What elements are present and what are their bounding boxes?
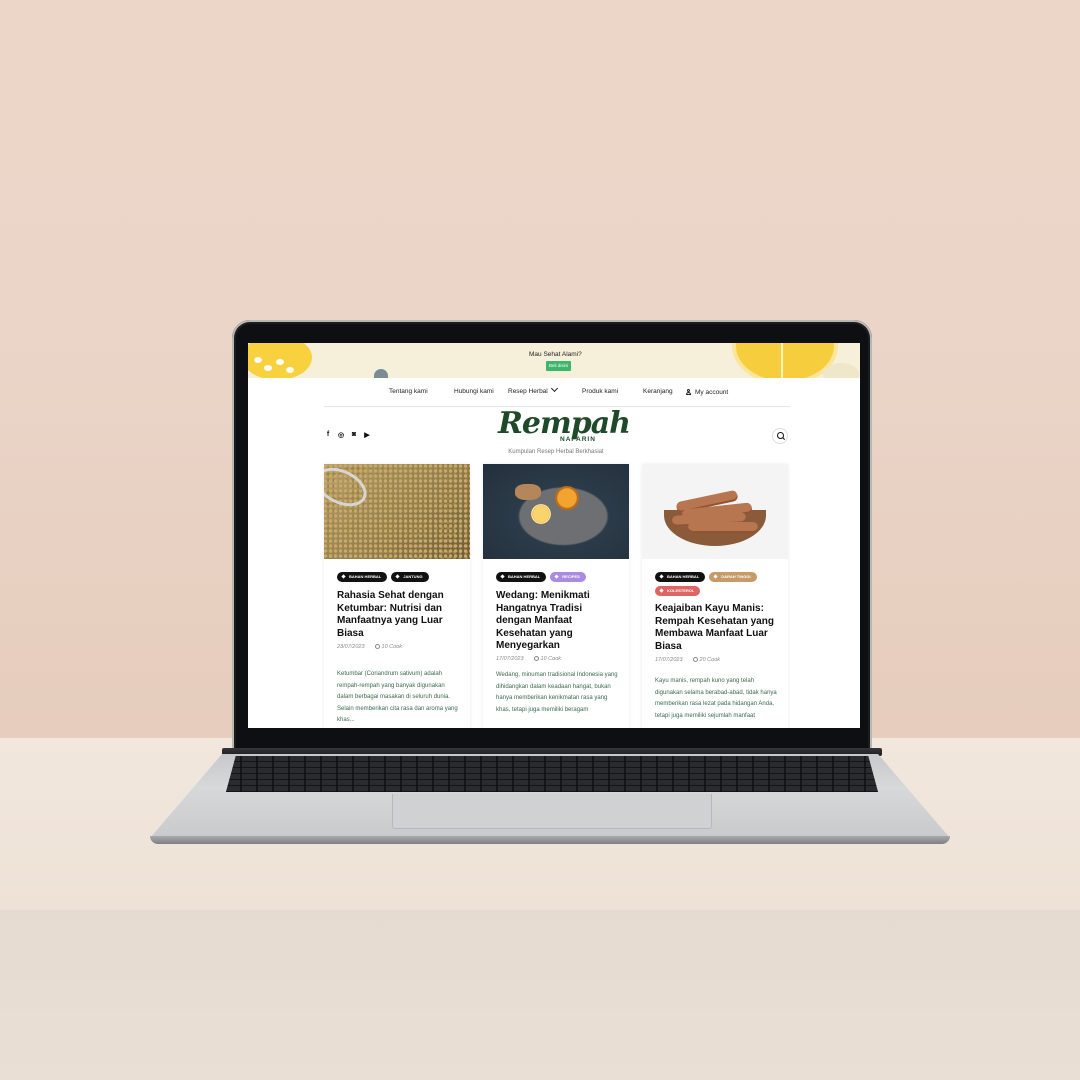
lemon-decoration-left bbox=[248, 343, 312, 378]
post-excerpt: Wedang, minuman tradisional Indonesia ya… bbox=[496, 672, 618, 713]
whatsapp-icon[interactable]: ◎ bbox=[337, 431, 345, 439]
post-title[interactable]: Keajaiban Kayu Manis: Rempah Kesehatan y… bbox=[655, 603, 777, 653]
site-tagline: Kumpulan Resep Herbal Berkhasiat bbox=[508, 449, 604, 455]
post-title[interactable]: Wedang: Menikmati Hangatnya Tradisi deng… bbox=[496, 590, 618, 653]
post-tags: BAHAN HERBAL RECIPES bbox=[496, 572, 621, 582]
post-image-wedang[interactable] bbox=[483, 464, 629, 559]
nav-item-recipes-label: Resep Herbal bbox=[508, 388, 548, 395]
post-date: 17/07/2023 bbox=[655, 657, 683, 663]
clock-icon bbox=[374, 644, 380, 649]
post-meta: 17/07/2023 10 Cook bbox=[496, 655, 561, 662]
keyboard-rows bbox=[226, 756, 878, 792]
laptop-screen: Mau Sehat Alami? Beli disini Tentang kam… bbox=[248, 343, 860, 728]
tag-bahan-herbal[interactable]: BAHAN HERBAL bbox=[496, 572, 547, 582]
nav-item-contact[interactable]: Hubungi kami bbox=[454, 388, 494, 395]
promo-banner: Mau Sehat Alami? Beli disini bbox=[248, 343, 860, 378]
tag-recipes[interactable]: RECIPES bbox=[550, 572, 586, 582]
post-tags: BAHAN HERBAL JANTUNG bbox=[337, 572, 462, 582]
leaf-decoration bbox=[374, 369, 388, 378]
laptop-trackpad bbox=[392, 794, 712, 829]
clock-icon bbox=[533, 656, 539, 661]
search-icon[interactable] bbox=[772, 428, 788, 444]
post-image-coriander[interactable] bbox=[324, 464, 470, 559]
tag-darah-tinggi[interactable]: DARAH TINGGI bbox=[709, 572, 757, 582]
facebook-icon[interactable]: f bbox=[324, 431, 332, 439]
tag-bahan-herbal[interactable]: BAHAN HERBAL bbox=[337, 572, 388, 582]
nav-item-cart[interactable]: Keranjang bbox=[643, 388, 673, 395]
post-cook-time: 20 Cook bbox=[699, 657, 721, 663]
leaf-decoration-right bbox=[823, 363, 859, 378]
post-card[interactable]: BAHAN HERBAL RECIPES Wedang: Menikmati H… bbox=[483, 464, 629, 728]
instagram-icon[interactable]: ◙ bbox=[350, 431, 358, 439]
post-meta: 23/07/2023 10 Cook bbox=[337, 643, 402, 650]
post-image-cinnamon[interactable] bbox=[642, 464, 788, 559]
post-cook-time: 10 Cook bbox=[540, 656, 562, 662]
social-links: f ◎ ◙ ▶ bbox=[324, 431, 371, 439]
post-date: 17/07/2023 bbox=[496, 656, 524, 662]
nav-item-account-label: My account bbox=[695, 389, 729, 396]
main-nav: Tentang kami Hubungi kami Resep Herbal P… bbox=[248, 378, 860, 406]
post-excerpt: Ketumbar (Coriandrum sativum) adalah rem… bbox=[337, 671, 458, 723]
post-card[interactable]: BAHAN HERBAL DARAH TINGGI KOLESTEROL Kea… bbox=[642, 464, 788, 728]
youtube-icon[interactable]: ▶ bbox=[363, 431, 371, 439]
tag-kolesterol[interactable]: KOLESTEROL bbox=[655, 586, 701, 596]
post-date: 23/07/2023 bbox=[337, 644, 365, 650]
post-card[interactable]: BAHAN HERBAL JANTUNG Rahasia Sehat denga… bbox=[324, 464, 470, 728]
desk-front bbox=[0, 910, 1080, 1080]
banner-text: Mau Sehat Alami? bbox=[529, 351, 582, 358]
nav-item-account[interactable]: My account bbox=[686, 388, 728, 396]
nav-item-products[interactable]: Produk kami bbox=[582, 388, 618, 395]
tag-jantung[interactable]: JANTUNG bbox=[391, 572, 429, 582]
post-tags: BAHAN HERBAL DARAH TINGGI KOLESTEROL bbox=[655, 572, 780, 596]
post-cook-time: 10 Cook bbox=[381, 644, 403, 650]
laptop-base-edge bbox=[150, 836, 950, 844]
logo-subtitle: NAFARIN bbox=[560, 436, 596, 443]
post-meta: 17/07/2023 20 Cook bbox=[655, 656, 720, 663]
post-title[interactable]: Rahasia Sehat dengan Ketumbar: Nutrisi d… bbox=[337, 590, 459, 640]
nav-item-recipes[interactable]: Resep Herbal bbox=[508, 384, 558, 395]
nav-item-about[interactable]: Tentang kami bbox=[389, 388, 428, 395]
chevron-down-icon bbox=[550, 384, 558, 393]
site-logo[interactable]: Rempah NAFARIN bbox=[498, 406, 631, 444]
clock-icon bbox=[692, 657, 698, 662]
post-excerpt: Kayu manis, rempah kuno yang telah digun… bbox=[655, 678, 777, 719]
logo-script: Rempah bbox=[498, 406, 631, 441]
user-icon bbox=[686, 389, 691, 395]
buy-here-button[interactable]: Beli disini bbox=[546, 361, 572, 371]
tag-bahan-herbal[interactable]: BAHAN HERBAL bbox=[655, 572, 706, 582]
